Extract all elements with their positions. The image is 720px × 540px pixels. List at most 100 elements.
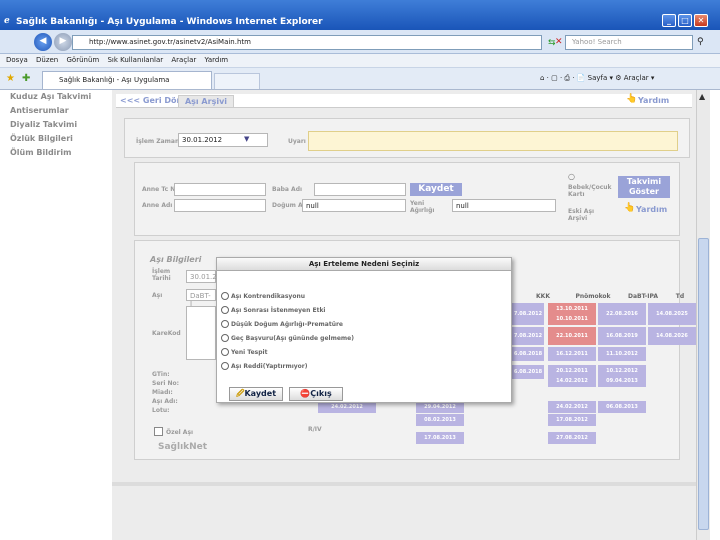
baba-adi-input[interactable]	[314, 183, 406, 196]
anne-tc-input[interactable]	[174, 183, 266, 196]
vertical-scrollbar[interactable]: ▲	[696, 90, 710, 540]
sidebar-item-antiserum[interactable]: Antiserumlar	[0, 106, 112, 116]
window-titlebar: ℯ Sağlık Bakanlığı - Aşı Uygulama - Wind…	[0, 0, 720, 30]
stop-icon[interactable]: ✕	[555, 37, 563, 47]
menu-favorites[interactable]: Sık Kullanılanlar	[107, 56, 163, 64]
help-link-top[interactable]: Yardım	[638, 96, 669, 105]
col-header-kkk: KKK	[536, 293, 550, 300]
save-label: Kaydet	[244, 389, 277, 398]
col-header-td: Td	[675, 293, 685, 300]
archive-tab[interactable]: Aşı Arşivi	[178, 95, 234, 108]
search-icon[interactable]: ⚲	[697, 37, 704, 47]
yardim-link[interactable]: Yardım	[636, 205, 667, 214]
tab-active[interactable]: Sağlık Bakanlığı - Aşı Uygulama	[42, 71, 212, 89]
table-cell[interactable]: 22.08.2016	[598, 303, 646, 325]
option-label: Yeni Tespit	[231, 349, 268, 356]
maximize-button[interactable]: □	[678, 14, 692, 27]
option-istenmeyen-etki[interactable]: Aşı Sonrası İstenmeyen Etki	[221, 306, 326, 314]
table-cell[interactable]: 7.08.2012	[512, 327, 544, 345]
warning-box	[308, 131, 678, 151]
new-tab-button[interactable]	[214, 73, 260, 89]
radio-icon[interactable]	[221, 348, 229, 356]
option-dusuk-dogum[interactable]: Düşük Doğum Ağırlığı-Prematüre	[221, 320, 343, 328]
sidebar-item-olum[interactable]: Ölüm Bildirim	[0, 148, 112, 158]
menu-file[interactable]: Dosya	[6, 56, 28, 64]
divider	[112, 482, 696, 486]
radio-icon[interactable]	[221, 320, 229, 328]
chevron-down-icon[interactable]: ▼	[244, 135, 249, 143]
option-label: Aşı Reddi(Yaptırmıyor)	[231, 363, 308, 370]
dialog-save-button[interactable]: 🖉Kaydet	[229, 387, 283, 401]
menu-bar: Dosya Düzen Görünüm Sık Kullanılanlar Ar…	[0, 54, 720, 68]
sidebar-item-diyaliz[interactable]: Diyaliz Takvimi	[0, 120, 112, 130]
sagliknet-logo: SağlıkNet	[158, 442, 208, 452]
islem-tarihi-field[interactable]: 30.01.20	[186, 270, 221, 283]
asi-select[interactable]: DaBT-I	[186, 289, 216, 308]
exit-icon: ⛔	[300, 389, 311, 398]
karekod-input[interactable]	[186, 306, 216, 360]
lotu-label: Lotu:	[152, 407, 170, 414]
kaydet-button[interactable]: Kaydet	[410, 183, 462, 196]
dogum-agirlik-input[interactable]: null	[302, 199, 406, 212]
radio-icon[interactable]	[221, 334, 229, 342]
asi-adi-label: Aşı Adı:	[152, 398, 178, 405]
back-link[interactable]: <<< Geri Dön	[120, 96, 182, 105]
dialog-title: Aşı Erteleme Nedeni Seçiniz	[217, 258, 511, 271]
table-cell[interactable]: 24.02.2012	[548, 401, 596, 413]
option-kontrendikasyon[interactable]: Aşı Kontrendikasyonu	[221, 292, 305, 300]
table-cell[interactable]: 16.08.2019	[598, 327, 646, 345]
table-cell[interactable]: 6.08.2018	[512, 365, 544, 379]
menu-tools[interactable]: Araçlar	[171, 56, 196, 64]
dialog-exit-button[interactable]: ⛔Çıkış	[289, 387, 343, 401]
forward-arrow-icon[interactable]: ▶	[54, 33, 72, 51]
command-bar[interactable]: ⌂ · ▢ · ⎙ · 📄 Sayfa ▾ ⚙ Araçlar ▾	[540, 74, 654, 83]
table-cell[interactable]: 22.10.2011	[548, 327, 596, 345]
add-favorite-icon[interactable]: ✚	[22, 73, 30, 84]
radio-icon[interactable]	[221, 306, 229, 314]
anne-adi-input[interactable]	[174, 199, 266, 212]
table-cell[interactable]: 08.02.2013	[416, 414, 464, 426]
col-header-pnomokok: Pnömokok	[575, 293, 611, 300]
sidebar-item-kuduz[interactable]: Kuduz Aşı Takvimi	[0, 92, 112, 102]
radio-icon[interactable]	[221, 292, 229, 300]
yeni-agirlik-input[interactable]: null	[452, 199, 556, 212]
search-input[interactable]: Yahoo! Search	[565, 35, 693, 50]
table-cell[interactable]: 14.08.2025	[648, 303, 696, 325]
table-cell[interactable]: 20.12.2011 14.02.2012	[548, 365, 596, 387]
menu-help[interactable]: Yardım	[205, 56, 229, 64]
bebek-radio[interactable]: ○	[568, 172, 575, 181]
eski-asi-radio[interactable]: Eski Aşı Arşivi	[568, 208, 610, 222]
option-yeni-tespit[interactable]: Yeni Tespit	[221, 348, 267, 356]
option-asi-reddi[interactable]: Aşı Reddi(Yaptırmıyor)	[221, 362, 308, 370]
help-icon[interactable]: 👆	[626, 94, 637, 104]
table-cell[interactable]: 10.12.2012 09.04.2013	[598, 365, 646, 387]
sidebar-item-ozluk[interactable]: Özlük Bilgileri	[0, 134, 112, 144]
erteleme-dialog: Aşı Erteleme Nedeni Seçiniz Aşı Kontrend…	[216, 257, 512, 403]
table-cell[interactable]: 11.10.2012	[598, 347, 646, 361]
takvim-goster-button[interactable]: Takvimi Göster	[618, 176, 670, 198]
table-cell[interactable]: 17.08.2012	[548, 414, 596, 426]
table-cell[interactable]: 16.12.2011	[548, 347, 596, 361]
tab-bar: ★ ✚ Sağlık Bakanlığı - Aşı Uygulama ⌂ · …	[0, 68, 720, 90]
menu-edit[interactable]: Düzen	[36, 56, 58, 64]
scroll-thumb[interactable]	[698, 238, 709, 530]
scroll-up-icon[interactable]: ▲	[699, 92, 705, 101]
ozel-asi-checkbox[interactable]	[154, 427, 163, 436]
close-button[interactable]: ✕	[694, 14, 708, 27]
table-cell[interactable]: 27.08.2012	[548, 432, 596, 444]
table-cell[interactable]: 06.08.2013	[598, 401, 646, 413]
table-cell[interactable]: 6.08.2018	[512, 347, 544, 361]
table-cell[interactable]: 13.10.2011 10.10.2011	[548, 303, 596, 325]
favorites-star-icon[interactable]: ★	[6, 73, 15, 84]
option-label: Düşük Doğum Ağırlığı-Prematüre	[231, 321, 343, 328]
address-bar[interactable]: http://www.asinet.gov.tr/asinetv2/AsiMai…	[72, 35, 542, 50]
table-cell[interactable]: 14.08.2026	[648, 327, 696, 345]
table-cell[interactable]: 7.08.2012	[512, 303, 544, 325]
table-cell[interactable]: 17.08.2013	[416, 432, 464, 444]
back-arrow-icon[interactable]: ◀	[34, 33, 52, 51]
option-gec-basvuru[interactable]: Geç Başvuru(Aşı gününde gelmeme)	[221, 334, 354, 342]
radio-icon[interactable]	[221, 362, 229, 370]
menu-view[interactable]: Görünüm	[66, 56, 99, 64]
minimize-button[interactable]: _	[662, 14, 676, 27]
islem-date-select[interactable]: 30.01.2012	[178, 133, 268, 147]
